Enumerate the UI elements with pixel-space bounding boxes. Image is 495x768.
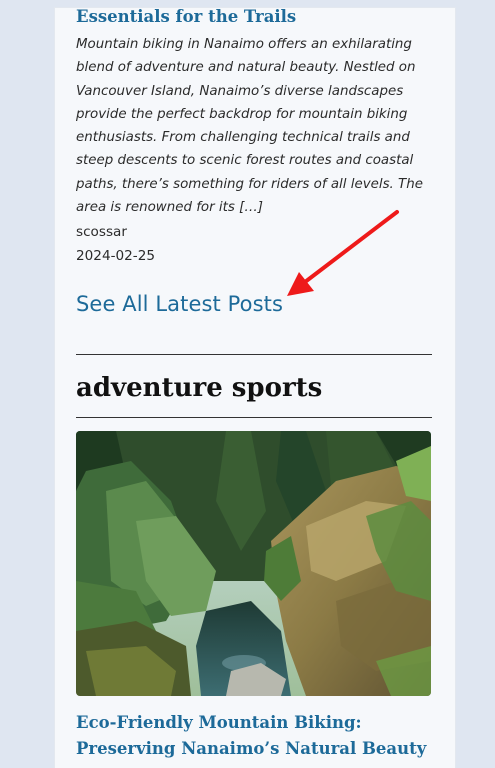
- section-divider-top: [76, 354, 432, 355]
- section-divider-bottom: [76, 417, 432, 418]
- forest-canyon-photo: [76, 431, 431, 696]
- next-post-title-link[interactable]: Eco-Friendly Mountain Biking: Preserving…: [76, 710, 432, 762]
- section-title: adventure sports: [76, 373, 323, 403]
- previous-post-title-link[interactable]: Essentials for the Trails: [76, 7, 296, 26]
- previous-post-author: scossar: [76, 224, 127, 240]
- previous-post-date: 2024-02-25: [76, 248, 156, 264]
- see-all-latest-posts-link[interactable]: See All Latest Posts: [76, 292, 283, 316]
- next-post-featured-image[interactable]: [76, 431, 431, 696]
- previous-post-excerpt: Mountain biking in Nanaimo offers an exh…: [76, 37, 423, 216]
